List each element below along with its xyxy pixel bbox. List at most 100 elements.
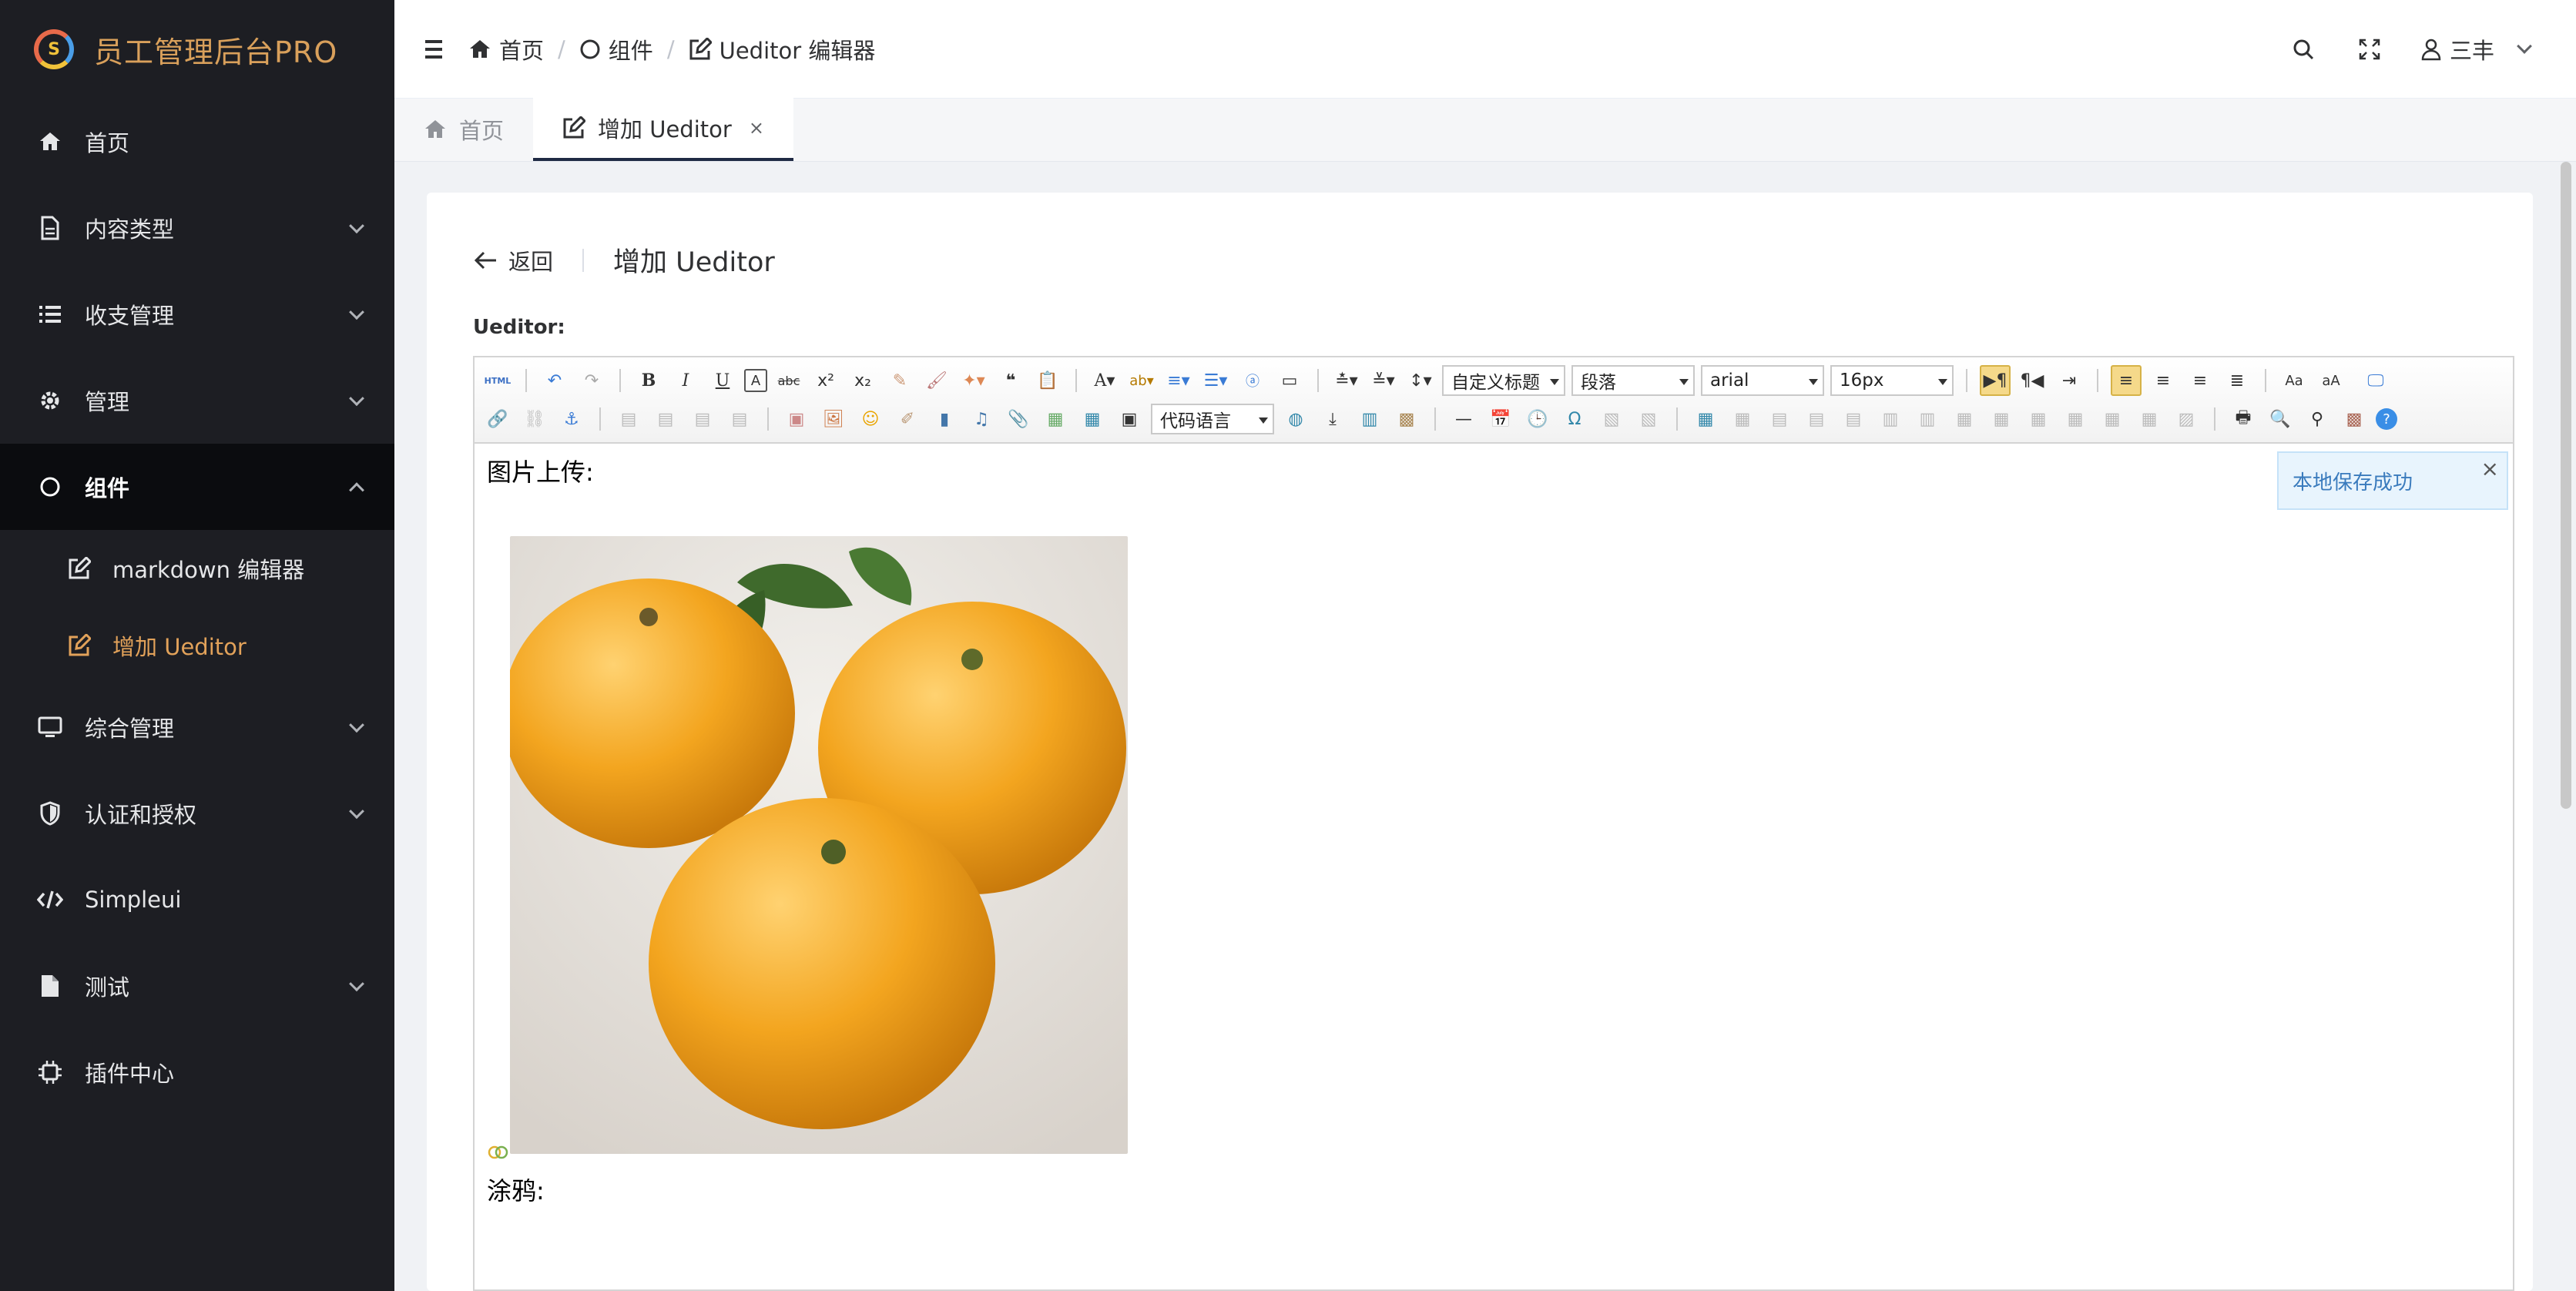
simple-upload-icon[interactable]: ▣ bbox=[781, 404, 812, 434]
logo[interactable]: S 员工管理后台PRO bbox=[0, 0, 394, 99]
menu-toggle-icon[interactable] bbox=[418, 33, 450, 65]
sidebar-item-general[interactable]: 综合管理 bbox=[0, 684, 394, 770]
eraser-icon[interactable]: ✎ bbox=[884, 365, 915, 396]
map-icon[interactable]: ▦ bbox=[1040, 404, 1071, 434]
unlink-icon[interactable]: ⛓ bbox=[519, 404, 550, 434]
sidebar-item-plugins[interactable]: 插件中心 bbox=[0, 1029, 394, 1115]
chart-icon[interactable]: ▨ bbox=[2171, 404, 2202, 434]
html-source-button[interactable]: HTML bbox=[482, 365, 513, 396]
custom-title-select[interactable]: 自定义标题 bbox=[1442, 365, 1565, 396]
merge-cells-icon[interactable]: ▦ bbox=[1949, 404, 1980, 434]
auto-format-icon[interactable]: ✦▾ bbox=[958, 365, 989, 396]
underline-icon[interactable]: U bbox=[707, 365, 738, 396]
template-icon[interactable]: ▥ bbox=[1354, 404, 1385, 434]
select-all-icon[interactable]: ⓐ bbox=[1237, 365, 1268, 396]
row-spacing-top-icon[interactable]: ≛▾ bbox=[1331, 365, 1362, 396]
subscript-icon[interactable]: x₂ bbox=[847, 365, 878, 396]
bold-icon[interactable]: B bbox=[633, 365, 664, 396]
superscript-icon[interactable]: x² bbox=[810, 365, 841, 396]
merge-right-icon[interactable]: ▦ bbox=[1986, 404, 2017, 434]
italic-icon[interactable]: I bbox=[670, 365, 701, 396]
blockquote-icon[interactable]: ❝ bbox=[995, 365, 1026, 396]
snapscreen-icon[interactable]: ▧ bbox=[1596, 404, 1627, 434]
image-none-icon[interactable]: ▤ bbox=[613, 404, 644, 434]
delete-col-icon[interactable]: ▥ bbox=[1912, 404, 1943, 434]
sidebar-item-finance[interactable]: 收支管理 bbox=[0, 271, 394, 357]
to-uppercase-icon[interactable]: Aa bbox=[2279, 365, 2309, 396]
ueditor[interactable]: HTML ↶ ↷ B I U A abc x² x₂ ✎ 🖌 ✦▾ ❝ � bbox=[473, 356, 2514, 1291]
search-icon[interactable] bbox=[2288, 34, 2319, 65]
split-cells-icon[interactable]: ▦ bbox=[2060, 404, 2091, 434]
delete-table-icon[interactable]: ▦ bbox=[1727, 404, 1758, 434]
ordered-list-icon[interactable]: ≡▾ bbox=[1163, 365, 1194, 396]
row-spacing-bottom-icon[interactable]: ≚▾ bbox=[1368, 365, 1399, 396]
sidebar-item-manage[interactable]: 管理 bbox=[0, 357, 394, 444]
preview-icon[interactable]: 🔍 bbox=[2265, 404, 2296, 434]
sidebar-item-home[interactable]: 首页 bbox=[0, 99, 394, 185]
font-border-icon[interactable]: A bbox=[744, 369, 767, 392]
help-icon[interactable]: ? bbox=[2376, 408, 2397, 430]
anchor-icon[interactable]: ⚓ bbox=[556, 404, 587, 434]
breadcrumb-item-home[interactable]: 首页 bbox=[468, 33, 544, 65]
split-cols-icon[interactable]: ▦ bbox=[2134, 404, 2165, 434]
merge-down-icon[interactable]: ▦ bbox=[2023, 404, 2054, 434]
undo-icon[interactable]: ↶ bbox=[539, 365, 570, 396]
insert-frame-icon[interactable]: ▣ bbox=[1114, 404, 1145, 434]
print-icon[interactable]: 🖶 bbox=[2228, 404, 2259, 434]
rtl-icon[interactable]: ¶◀ bbox=[2017, 365, 2048, 396]
format-brush-icon[interactable]: 🖌 bbox=[921, 365, 952, 396]
code-language-select[interactable]: 代码语言 bbox=[1151, 404, 1274, 434]
attachment-icon[interactable]: 📎 bbox=[1003, 404, 1034, 434]
image-center-icon[interactable]: ▤ bbox=[724, 404, 755, 434]
breadcrumb-item-ueditor[interactable]: Ueditor 编辑器 bbox=[689, 33, 875, 65]
sidebar-item-content-type[interactable]: 内容类型 bbox=[0, 185, 394, 271]
special-chars-icon[interactable]: Ω bbox=[1559, 404, 1590, 434]
insert-col-icon[interactable]: ▥ bbox=[1875, 404, 1906, 434]
sidebar-item-simpleui[interactable]: Simpleui bbox=[0, 857, 394, 943]
close-icon[interactable]: × bbox=[2481, 456, 2499, 481]
horizontal-rule-icon[interactable]: — bbox=[1448, 404, 1479, 434]
tab-home[interactable]: 首页 bbox=[394, 98, 533, 161]
paragraph-select[interactable]: 段落 bbox=[1571, 365, 1695, 396]
tab-ueditor[interactable]: 增加 Ueditor × bbox=[533, 98, 793, 161]
breadcrumb-item-components[interactable]: 组件 bbox=[579, 33, 653, 65]
ltr-icon[interactable]: ▶¶ bbox=[1980, 365, 2011, 396]
sidebar-item-components[interactable]: 组件 bbox=[0, 444, 394, 530]
background-icon[interactable]: ▩ bbox=[1391, 404, 1422, 434]
insert-image-icon[interactable]: 🖼 bbox=[818, 404, 849, 434]
align-right-icon[interactable]: ≡ bbox=[2185, 365, 2215, 396]
close-icon[interactable]: × bbox=[749, 117, 764, 139]
align-left-icon[interactable]: ≡ bbox=[2111, 365, 2142, 396]
align-center-icon[interactable]: ≡ bbox=[2148, 365, 2179, 396]
insert-row-icon[interactable]: ▤ bbox=[1801, 404, 1832, 434]
editor-content[interactable]: 图片上传: 本地保存成功 × 涂鸦: bbox=[475, 444, 2513, 1205]
clear-doc-icon[interactable]: ▭ bbox=[1274, 365, 1305, 396]
strikethrough-icon[interactable]: abc bbox=[773, 365, 804, 396]
insert-paragraph-before-table-icon[interactable]: ▤ bbox=[1764, 404, 1795, 434]
web-app-icon[interactable]: ◍ bbox=[1280, 404, 1311, 434]
font-size-select[interactable]: 16px bbox=[1830, 365, 1954, 396]
delete-row-icon[interactable]: ▤ bbox=[1838, 404, 1869, 434]
unordered-list-icon[interactable]: ☰▾ bbox=[1200, 365, 1231, 396]
line-height-icon[interactable]: ↕▾ bbox=[1405, 365, 1436, 396]
emotion-icon[interactable]: ☺ bbox=[855, 404, 886, 434]
to-lowercase-icon[interactable]: aA bbox=[2316, 365, 2346, 396]
split-rows-icon[interactable]: ▦ bbox=[2097, 404, 2128, 434]
date-icon[interactable]: 📅 bbox=[1485, 404, 1516, 434]
indent-icon[interactable]: ⇥ bbox=[2054, 365, 2085, 396]
paste-plain-icon[interactable]: 📋 bbox=[1032, 365, 1063, 396]
font-family-select[interactable]: arial bbox=[1701, 365, 1824, 396]
page-break-icon[interactable]: ⤓ bbox=[1317, 404, 1348, 434]
redo-icon[interactable]: ↷ bbox=[576, 365, 607, 396]
sidebar-item-test[interactable]: 测试 bbox=[0, 943, 394, 1029]
scrawl-icon[interactable]: ✐ bbox=[892, 404, 923, 434]
sidebar-subitem-ueditor[interactable]: 增加 Ueditor bbox=[0, 607, 394, 684]
fullscreen-editor-icon[interactable]: 🖵 bbox=[2360, 365, 2391, 396]
link-icon[interactable]: 🔗 bbox=[482, 404, 513, 434]
align-justify-icon[interactable]: ≣ bbox=[2222, 365, 2252, 396]
user-menu[interactable]: 三丰 bbox=[2420, 33, 2532, 65]
drafts-icon[interactable]: ▩ bbox=[2339, 404, 2370, 434]
music-icon[interactable]: ♫ bbox=[966, 404, 997, 434]
font-color-icon[interactable]: A▾ bbox=[1089, 365, 1120, 396]
fullscreen-icon[interactable] bbox=[2354, 34, 2385, 65]
